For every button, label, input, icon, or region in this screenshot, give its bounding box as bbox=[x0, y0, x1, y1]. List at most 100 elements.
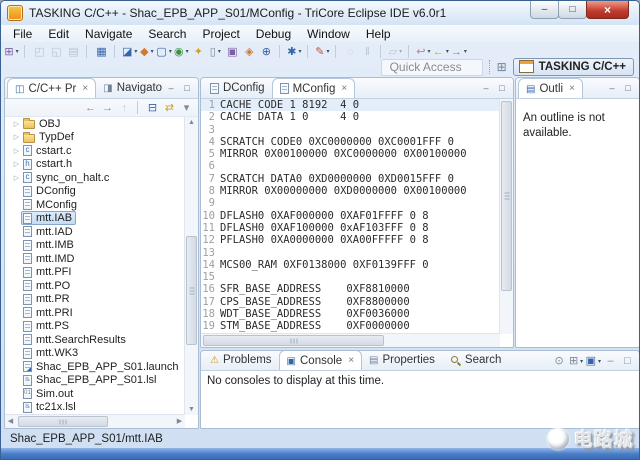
save-all-icon[interactable]: ◱ bbox=[49, 44, 64, 60]
console-tab[interactable]: Search bbox=[442, 350, 508, 370]
scrollbar-thumb[interactable] bbox=[18, 416, 108, 427]
save-icon[interactable]: ◰ bbox=[32, 44, 47, 60]
explorer-tab[interactable]: C/C++ Pr × bbox=[7, 78, 96, 98]
scroll-left-icon[interactable]: ◀ bbox=[5, 415, 16, 428]
menu-item[interactable]: File bbox=[5, 26, 40, 42]
minimize-button[interactable]: – bbox=[530, 1, 559, 19]
close-tab-icon[interactable]: × bbox=[341, 83, 347, 94]
tree-item[interactable]: mtt.PFI bbox=[5, 266, 185, 280]
tree-item[interactable]: mtt.SearchResults bbox=[5, 333, 185, 347]
print-icon[interactable]: ▤ bbox=[66, 44, 81, 60]
explorer-vertical-scrollbar[interactable]: ▲ ▼ bbox=[184, 117, 198, 415]
close-tab-icon[interactable]: × bbox=[569, 83, 575, 94]
tree-item[interactable]: mtt.PS bbox=[5, 320, 185, 334]
tree-item[interactable]: mtt.IAD bbox=[5, 225, 185, 239]
link-with-editor-icon[interactable]: ⇄ bbox=[162, 100, 177, 116]
expand-arrow-icon[interactable] bbox=[12, 120, 21, 128]
scrollbar-thumb[interactable] bbox=[501, 101, 512, 291]
explorer-tab[interactable]: Navigato bbox=[96, 78, 169, 98]
menu-item[interactable]: Search bbox=[140, 26, 194, 42]
tree-item[interactable]: mtt.IMD bbox=[5, 252, 185, 266]
maximize-view-button[interactable]: □ bbox=[180, 81, 194, 94]
tree-item[interactable]: mtt.IMB bbox=[5, 239, 185, 253]
expand-arrow-icon[interactable] bbox=[12, 147, 21, 155]
console-tab[interactable]: Properties bbox=[362, 350, 442, 370]
menu-item[interactable]: Project bbox=[194, 26, 247, 42]
scroll-down-icon[interactable]: ▼ bbox=[185, 404, 198, 415]
editor-tab[interactable]: DConfig bbox=[203, 78, 272, 98]
new-file-icon[interactable]: ▯ bbox=[208, 44, 223, 60]
tree-item[interactable]: Sim.out bbox=[5, 387, 185, 401]
maximize-view-button[interactable]: □ bbox=[621, 81, 635, 94]
tree-item[interactable]: sync_on_halt.c bbox=[5, 171, 185, 185]
suspend-icon[interactable]: ‖ bbox=[360, 44, 375, 60]
console-tab[interactable]: Console × bbox=[279, 350, 363, 370]
scroll-right-icon[interactable]: ▶ bbox=[174, 415, 185, 428]
expand-arrow-icon[interactable] bbox=[12, 160, 21, 168]
tree-item[interactable]: mtt.PR bbox=[5, 293, 185, 307]
run-icon[interactable]: ◉ bbox=[174, 44, 189, 60]
maximize-view-button[interactable]: □ bbox=[620, 353, 635, 369]
expand-arrow-icon[interactable] bbox=[12, 174, 21, 182]
minimize-view-button[interactable]: – bbox=[603, 353, 618, 369]
back-icon[interactable]: ← bbox=[83, 100, 98, 116]
tree-item[interactable]: TypDef bbox=[5, 131, 185, 145]
menu-item[interactable]: Edit bbox=[40, 26, 77, 42]
tree-item[interactable]: mtt.IAB bbox=[5, 212, 185, 226]
build-all-icon[interactable]: ▦ bbox=[94, 44, 109, 60]
maximize-view-button[interactable]: □ bbox=[495, 81, 509, 94]
close-button[interactable]: × bbox=[586, 1, 629, 19]
project-tree[interactable]: OBJ TypDef cstart.c bbox=[5, 117, 185, 415]
open-perspective-icon[interactable]: ⊞ bbox=[497, 60, 507, 74]
collapse-all-icon[interactable]: ⊟ bbox=[145, 100, 160, 116]
editor-content[interactable]: 1 CACHE CODE 1 8192 4 0 2 CACHE DATA 1 0… bbox=[201, 99, 500, 334]
profile-icon[interactable]: ▣ bbox=[225, 44, 240, 60]
menu-item[interactable]: Debug bbox=[248, 26, 299, 42]
forward-icon[interactable]: → bbox=[100, 100, 115, 116]
display-console-icon[interactable]: ▣ bbox=[586, 353, 601, 369]
editor-horizontal-scrollbar[interactable] bbox=[201, 333, 500, 347]
update-icon[interactable]: ◈ bbox=[242, 44, 257, 60]
tree-item[interactable]: Shac_EPB_APP_S01.launch bbox=[5, 360, 185, 374]
tree-item[interactable]: cstart.c bbox=[5, 144, 185, 158]
view-menu-icon[interactable]: ▾ bbox=[179, 100, 194, 116]
quick-access-field[interactable]: Quick Access bbox=[381, 59, 483, 76]
expand-arrow-icon[interactable] bbox=[12, 133, 21, 141]
new-wizard-icon[interactable]: ⊞ bbox=[4, 44, 19, 60]
minimize-view-button[interactable]: – bbox=[479, 81, 493, 94]
console-tab[interactable]: Problems bbox=[203, 350, 279, 370]
tree-item[interactable]: Shac_EPB_APP_S01.lsl bbox=[5, 374, 185, 388]
outline-tab[interactable]: Outli × bbox=[518, 78, 583, 98]
menu-item[interactable]: Window bbox=[299, 26, 358, 42]
minimize-view-button[interactable]: – bbox=[605, 81, 619, 94]
menu-item[interactable]: Navigate bbox=[77, 26, 140, 42]
flash-device-icon[interactable]: ✦ bbox=[191, 44, 206, 60]
world-icon[interactable]: ⊕ bbox=[259, 44, 274, 60]
scrollbar-thumb[interactable] bbox=[203, 335, 384, 346]
maximize-button[interactable]: □ bbox=[558, 1, 587, 19]
tree-item[interactable]: MConfig bbox=[5, 198, 185, 212]
perspective-button[interactable]: TASKING C/C++ bbox=[513, 58, 634, 76]
tree-item[interactable]: mtt.PRI bbox=[5, 306, 185, 320]
minimize-view-button[interactable]: – bbox=[164, 81, 178, 94]
tree-item[interactable]: mtt.PO bbox=[5, 279, 185, 293]
settings-icon[interactable]: ✱ bbox=[287, 44, 302, 60]
explorer-horizontal-scrollbar[interactable]: ◀ ▶ bbox=[5, 414, 185, 428]
tree-item[interactable]: DConfig bbox=[5, 185, 185, 199]
menu-item[interactable]: Help bbox=[358, 26, 399, 42]
scroll-up-icon[interactable]: ▲ bbox=[185, 117, 198, 128]
new-source-file-icon[interactable]: ▢ bbox=[156, 44, 171, 60]
info-icon[interactable]: ◌ bbox=[343, 44, 358, 60]
tree-item[interactable]: tc21x.lsl bbox=[5, 401, 185, 415]
scrollbar-thumb[interactable] bbox=[186, 236, 197, 345]
close-tab-icon[interactable]: × bbox=[348, 355, 354, 366]
editor-vertical-scrollbar[interactable] bbox=[499, 99, 513, 334]
pin-console-icon[interactable]: ⊙ bbox=[552, 353, 567, 369]
up-icon[interactable]: ↑ bbox=[117, 100, 132, 116]
close-tab-icon[interactable]: × bbox=[82, 83, 88, 94]
tree-item[interactable]: mtt.WK3 bbox=[5, 347, 185, 361]
new-project-icon[interactable]: ◪ bbox=[122, 44, 137, 60]
editor-tab[interactable]: MConfig × bbox=[272, 78, 356, 98]
tree-item[interactable]: cstart.h bbox=[5, 158, 185, 172]
debug-icon[interactable]: ◆ bbox=[139, 44, 154, 60]
